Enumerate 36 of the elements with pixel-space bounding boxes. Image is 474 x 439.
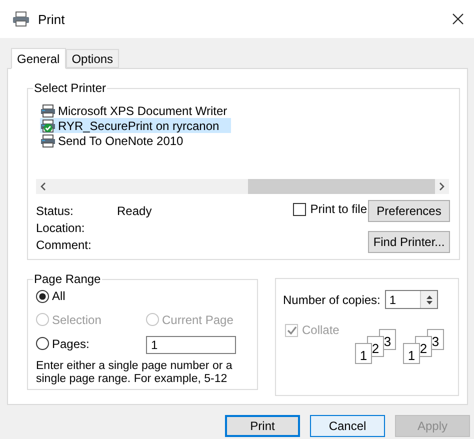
preferences-button[interactable]: Preferences [368, 200, 450, 222]
find-printer-button[interactable]: Find Printer... [368, 231, 450, 253]
scroll-left-icon[interactable] [40, 182, 46, 191]
comment-label: Comment: [36, 238, 92, 252]
group-title: Select Printer [34, 81, 106, 95]
dialog-button[interactable]: Print [225, 415, 300, 437]
checkbox-label: Collate [302, 323, 340, 337]
tab[interactable]: Options [66, 49, 120, 68]
checkbox-label: Print to file [310, 202, 367, 216]
copies-label: Number of copies: [283, 292, 380, 306]
scroll-right-icon[interactable] [439, 182, 445, 191]
status-label: Status: [36, 204, 74, 218]
group-title: Page Range [34, 272, 101, 286]
page-number: 1 [355, 343, 372, 364]
printer-icon [12, 11, 30, 27]
close-icon[interactable] [452, 13, 464, 25]
radio-label: All [52, 289, 66, 303]
dialog-button[interactable]: Cancel [310, 415, 385, 437]
scrollbar-thumb[interactable] [248, 179, 435, 194]
printer-item[interactable]: Send To OneNote 2010 [40, 133, 196, 148]
radio-label: Current Page [162, 312, 234, 326]
radio-label: Selection [52, 312, 102, 326]
printer-item[interactable]: RYR_SecurePrint on ryrcanon [40, 118, 232, 133]
status-value: Ready [117, 204, 153, 218]
location-label: Location: [36, 220, 86, 234]
hint-text: Enter either a single page number or a single page range. For example, 5-12 [36, 360, 234, 386]
radio-button[interactable] [36, 290, 49, 302]
radio-label: Pages: [52, 336, 90, 351]
pages-field[interactable]: 1 [146, 336, 236, 354]
horizontal-scrollbar[interactable] [36, 179, 449, 194]
printer-item[interactable]: Microsoft XPS Document Writer [40, 103, 240, 118]
window-title: Print [38, 12, 66, 26]
tab[interactable]: General [11, 48, 66, 69]
checkbox[interactable] [293, 202, 306, 216]
radio-button[interactable] [36, 337, 49, 350]
page-number: 1 [403, 343, 420, 364]
